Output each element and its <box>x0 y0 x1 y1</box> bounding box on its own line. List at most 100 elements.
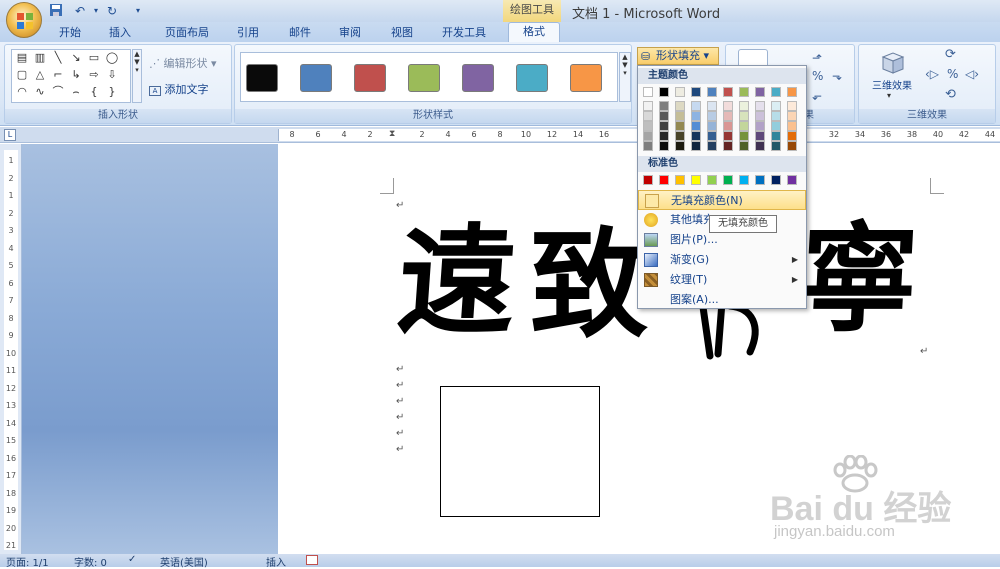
theme-tint-cell[interactable] <box>723 111 733 121</box>
right-brace-shape-icon[interactable]: } <box>104 85 120 98</box>
tab-insert[interactable]: 插入 <box>100 24 140 42</box>
shapes-gallery[interactable]: ▤ ▥ ╲ ↘ ▭ ◯ ▢ △ ⌐ ↳ ⇨ ⇩ ◠ ∿ ⌒ ⌢ { } <box>11 49 131 103</box>
standard-color-cell[interactable] <box>659 175 669 185</box>
theme-tint-cell[interactable] <box>691 131 701 141</box>
theme-tint-cell[interactable] <box>723 141 733 151</box>
block-arrow-down-shape-icon[interactable]: ⇩ <box>104 68 120 81</box>
shape-style-swatch[interactable] <box>516 64 548 92</box>
theme-tint-cell[interactable] <box>787 131 797 141</box>
theme-tint-cell[interactable] <box>643 101 653 111</box>
tab-format[interactable]: 格式 <box>508 22 560 42</box>
3d-toggle-icon[interactable]: % <box>947 67 958 81</box>
theme-color-cell[interactable] <box>771 87 781 97</box>
tab-mailings[interactable]: 邮件 <box>280 24 320 42</box>
theme-tint-cell[interactable] <box>659 131 669 141</box>
shape-fill-button[interactable]: ⛁ 形状填充 ▾ <box>637 47 719 65</box>
rectangle-shape[interactable] <box>440 386 600 517</box>
shape-style-swatch[interactable] <box>246 64 278 92</box>
rounded-rect-shape-icon[interactable]: ▢ <box>14 68 30 81</box>
gradient-fill-item[interactable]: 渐变(G) ▶ <box>638 250 806 270</box>
theme-tint-cell[interactable] <box>787 121 797 131</box>
theme-tint-cell[interactable] <box>755 141 765 151</box>
standard-color-cell[interactable] <box>787 175 797 185</box>
theme-tint-cell[interactable] <box>739 121 749 131</box>
shadow-nudge-down-icon[interactable]: ⬐ <box>812 89 822 103</box>
theme-tint-cell[interactable] <box>771 141 781 151</box>
theme-tint-cell[interactable] <box>675 131 685 141</box>
add-text-button[interactable]: A 添加文字 <box>149 81 209 97</box>
vertical-ruler[interactable]: 1 2 1 2 3 4 5 6 7 8 9 10 11 12 13 14 15 16 17 18 19 20 21 <box>0 144 22 554</box>
curve-shape-icon[interactable]: ⌢ <box>68 85 84 98</box>
theme-tint-cell[interactable] <box>771 131 781 141</box>
shadow-toggle-icon[interactable]: % <box>812 69 823 83</box>
elbow-connector-shape-icon[interactable]: ⌐ <box>50 68 66 81</box>
freeform-shape-icon[interactable]: ◠ <box>14 85 30 98</box>
tab-page-layout[interactable]: 页面布局 <box>155 24 219 42</box>
standard-color-cell[interactable] <box>739 175 749 185</box>
theme-tint-cell[interactable] <box>707 101 717 111</box>
theme-tint-cell[interactable] <box>771 121 781 131</box>
theme-tint-cell[interactable] <box>643 111 653 121</box>
theme-tint-cell[interactable] <box>755 121 765 131</box>
theme-tint-cell[interactable] <box>659 141 669 151</box>
vertical-textbox-shape-icon[interactable]: ▥ <box>32 51 48 64</box>
arrow-shape-icon[interactable]: ↘ <box>68 51 84 64</box>
theme-tint-cell[interactable] <box>723 131 733 141</box>
theme-color-cell[interactable] <box>723 87 733 97</box>
shape-style-swatch[interactable] <box>408 64 440 92</box>
theme-tint-cell[interactable] <box>675 121 685 131</box>
theme-tint-cell[interactable] <box>675 101 685 111</box>
standard-color-cell[interactable] <box>723 175 733 185</box>
tilt-left-icon[interactable]: ‹▷ <box>925 67 939 81</box>
oval-shape-icon[interactable]: ◯ <box>104 51 120 64</box>
theme-color-cell[interactable] <box>787 87 797 97</box>
theme-tint-cell[interactable] <box>739 111 749 121</box>
undo-icon[interactable]: ↶ <box>72 3 88 19</box>
tilt-down-icon[interactable]: ⟲ <box>945 87 956 102</box>
tab-review[interactable]: 审阅 <box>330 24 370 42</box>
calligraphy-char-2[interactable]: 致 <box>530 226 648 344</box>
theme-color-cell[interactable] <box>675 87 685 97</box>
standard-color-cell[interactable] <box>691 175 701 185</box>
theme-tint-cell[interactable] <box>707 131 717 141</box>
indent-marker-icon[interactable]: ⧗ <box>389 129 395 139</box>
tab-selector[interactable]: L <box>4 129 16 141</box>
theme-tint-cell[interactable] <box>739 141 749 151</box>
standard-color-cell[interactable] <box>771 175 781 185</box>
theme-tint-cell[interactable] <box>675 141 685 151</box>
customize-qat-icon[interactable]: ▾ <box>130 3 146 19</box>
macro-record-icon[interactable] <box>306 555 318 565</box>
texture-fill-item[interactable]: 纹理(T) ▶ <box>638 270 806 290</box>
tilt-up-icon[interactable]: ⟳ <box>945 47 956 62</box>
theme-tint-cell[interactable] <box>691 111 701 121</box>
shadow-nudge-right-icon[interactable]: ⬎ <box>832 69 842 83</box>
theme-tint-cell[interactable] <box>739 101 749 111</box>
theme-tint-cell[interactable] <box>643 131 653 141</box>
tab-references[interactable]: 引用 <box>228 24 268 42</box>
theme-color-cell[interactable] <box>691 87 701 97</box>
theme-tint-cell[interactable] <box>691 141 701 151</box>
tab-view[interactable]: 视图 <box>382 24 422 42</box>
theme-color-cell[interactable] <box>643 87 653 97</box>
block-arrow-right-shape-icon[interactable]: ⇨ <box>86 68 102 81</box>
theme-tint-cell[interactable] <box>739 131 749 141</box>
theme-tint-cell[interactable] <box>771 101 781 111</box>
theme-color-cell[interactable] <box>707 87 717 97</box>
theme-tint-cell[interactable] <box>723 101 733 111</box>
office-button[interactable] <box>6 2 42 38</box>
tilt-right-icon[interactable]: ◁› <box>965 67 979 81</box>
rectangle-shape-icon[interactable]: ▭ <box>86 51 102 64</box>
standard-color-cell[interactable] <box>643 175 653 185</box>
theme-tint-cell[interactable] <box>659 101 669 111</box>
styles-gallery-scroll[interactable]: ▲ ▼ ▾ <box>619 52 631 102</box>
theme-color-cell[interactable] <box>659 87 669 97</box>
shapes-gallery-scroll[interactable]: ▲ ▼ ▾ <box>132 49 142 103</box>
standard-color-cell[interactable] <box>707 175 717 185</box>
shape-style-swatch[interactable] <box>354 64 386 92</box>
proofing-icon[interactable]: ✓ <box>128 554 136 565</box>
save-icon[interactable] <box>48 3 64 19</box>
theme-tint-cell[interactable] <box>675 111 685 121</box>
tab-developer[interactable]: 开发工具 <box>432 24 496 42</box>
standard-color-cell[interactable] <box>755 175 765 185</box>
theme-tint-cell[interactable] <box>723 121 733 131</box>
